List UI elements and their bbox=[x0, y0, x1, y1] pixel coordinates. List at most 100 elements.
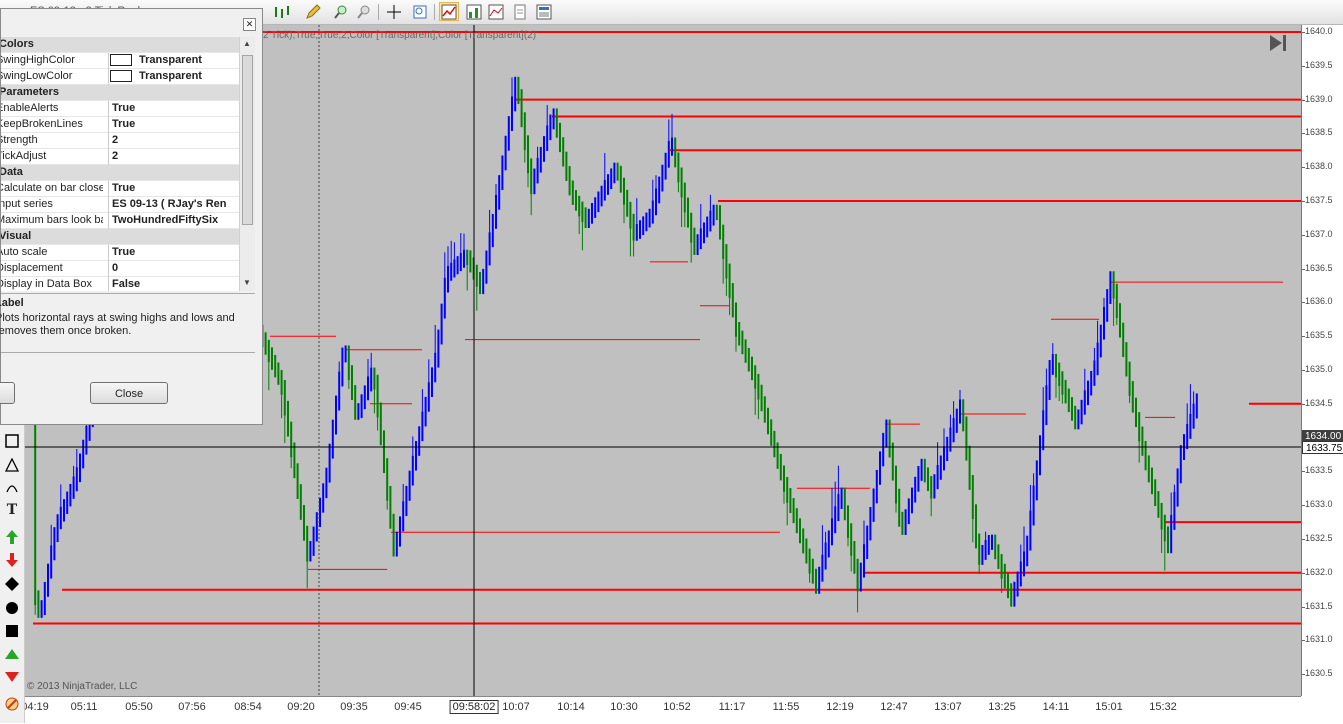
property-description: Label Plots horizontal rays at swing hig… bbox=[0, 293, 255, 353]
renko-bar-up bbox=[594, 197, 597, 218]
renko-bar-down bbox=[754, 365, 757, 389]
text-icon[interactable]: T bbox=[3, 501, 21, 519]
renko-bar-up bbox=[539, 146, 542, 173]
property-value[interactable]: Transparent bbox=[110, 54, 237, 67]
property-row[interactable]: TickAdjust 2 bbox=[1, 149, 239, 165]
delete-icon[interactable] bbox=[3, 695, 21, 713]
renko-bar-down bbox=[680, 167, 683, 198]
close-button[interactable]: Close bbox=[90, 382, 168, 404]
ok-button[interactable] bbox=[0, 382, 15, 404]
pencil-icon[interactable] bbox=[303, 2, 323, 21]
property-category[interactable]: Parameters bbox=[1, 85, 239, 101]
time-label: 10:07 bbox=[502, 701, 530, 713]
property-row[interactable]: KeepBrokenLines True bbox=[1, 117, 239, 133]
property-grid-scrollbar[interactable]: ▲ ▼ bbox=[239, 37, 255, 291]
scroll-to-end-icon[interactable] bbox=[1267, 33, 1289, 53]
property-row[interactable]: EnableAlerts True bbox=[1, 101, 239, 117]
description-text: Plots horizontal rays at swing highs and… bbox=[0, 312, 235, 337]
renko-bar-down bbox=[351, 365, 353, 400]
property-value[interactable]: True bbox=[112, 246, 239, 258]
renko-bar-up bbox=[50, 545, 53, 579]
triangle-up-icon[interactable] bbox=[3, 645, 21, 663]
renko-bar-up bbox=[1173, 491, 1176, 530]
renko-bar-up bbox=[53, 527, 56, 561]
renko-bar-down bbox=[808, 548, 811, 574]
property-value[interactable]: 2 bbox=[112, 150, 239, 162]
renko-bar-up bbox=[984, 539, 987, 560]
column-divider bbox=[108, 261, 109, 277]
price-label: 1637.0 bbox=[1305, 228, 1333, 239]
renko-bar-up bbox=[315, 512, 318, 542]
property-name: KeepBrokenLines bbox=[1, 118, 83, 130]
chart-trader-icon[interactable] bbox=[534, 2, 554, 21]
rectangle-icon[interactable] bbox=[3, 432, 21, 450]
property-row[interactable]: Maximum bars look ba TwoHundredFiftySix bbox=[1, 213, 239, 229]
price-label: 1631.0 bbox=[1305, 634, 1333, 645]
scroll-up-icon[interactable]: ▲ bbox=[243, 39, 251, 48]
renko-bar-down bbox=[853, 541, 856, 574]
triangle-icon[interactable] bbox=[3, 456, 21, 474]
property-grid[interactable]: Colors SwingHighColor Transparent SwingLowC… bbox=[1, 37, 239, 291]
print-icon[interactable] bbox=[510, 2, 530, 21]
renko-bar-down bbox=[293, 442, 296, 479]
price-label: 1639.5 bbox=[1305, 59, 1333, 70]
property-value[interactable]: ES 09-13 ( RJay's Ren bbox=[112, 198, 239, 210]
triangle-down-icon[interactable] bbox=[3, 668, 21, 686]
description-title: Label bbox=[0, 297, 24, 309]
property-row[interactable]: Input series ES 09-13 ( RJay's Ren bbox=[1, 197, 239, 213]
property-row[interactable]: Display in Data Box False bbox=[1, 277, 239, 291]
property-value[interactable]: 2 bbox=[112, 134, 239, 146]
arrow-up-icon[interactable] bbox=[3, 528, 21, 546]
price-axis[interactable]: 1640.0 1639.5 1639.0 1638.5 1638.0 1637.5 1637… bbox=[1301, 25, 1343, 696]
arc-icon[interactable] bbox=[3, 478, 21, 496]
bar-type-icon[interactable] bbox=[272, 2, 292, 21]
property-row[interactable]: Displacement 0 bbox=[1, 261, 239, 277]
renko-bar-down bbox=[795, 508, 798, 534]
renko-bar-up bbox=[1106, 289, 1109, 322]
property-value[interactable]: False bbox=[112, 278, 239, 290]
property-value[interactable]: True bbox=[112, 118, 239, 130]
property-value[interactable]: True bbox=[112, 182, 239, 194]
renko-bar-up bbox=[322, 483, 325, 513]
square-icon[interactable] bbox=[3, 622, 21, 640]
renko-bar-down bbox=[815, 568, 817, 594]
property-value[interactable]: TwoHundredFiftySix bbox=[112, 214, 239, 226]
property-category[interactable]: Visual bbox=[1, 229, 239, 245]
diamond-icon[interactable] bbox=[3, 575, 21, 593]
properties-icon[interactable] bbox=[410, 2, 430, 21]
property-row[interactable]: Auto scale True bbox=[1, 245, 239, 261]
renko-bar-down bbox=[1071, 397, 1073, 421]
renko-bar-up bbox=[69, 483, 72, 507]
column-divider bbox=[108, 117, 109, 133]
property-category[interactable]: Data bbox=[1, 165, 239, 181]
indicators-icon[interactable] bbox=[439, 2, 459, 21]
renko-bar-up bbox=[824, 542, 827, 570]
zoom-out-icon[interactable] bbox=[353, 2, 373, 21]
property-category[interactable]: Colors bbox=[1, 37, 239, 53]
scrollbar-thumb[interactable] bbox=[242, 55, 253, 225]
dot-icon[interactable] bbox=[3, 599, 21, 617]
renko-bar-up bbox=[981, 544, 984, 565]
property-row[interactable]: SwingLowColor Transparent bbox=[1, 69, 239, 85]
property-row[interactable]: SwingHighColor Transparent bbox=[1, 53, 239, 69]
renko-bar-up bbox=[587, 208, 590, 228]
data-box-icon[interactable] bbox=[486, 2, 506, 21]
property-row[interactable]: Calculate on bar close True bbox=[1, 181, 239, 197]
renko-bar-up bbox=[415, 440, 417, 471]
property-value[interactable]: True bbox=[112, 102, 239, 114]
zoom-in-icon[interactable] bbox=[330, 2, 350, 21]
property-row[interactable]: Strength 2 bbox=[1, 133, 239, 149]
property-value[interactable]: Transparent bbox=[110, 70, 237, 83]
time-axis[interactable]: 04:19 05:11 05:50 07:56 08:54 09:20 09:35 09:45… bbox=[21, 696, 1301, 724]
property-name: SwingHighColor bbox=[1, 54, 75, 66]
strategies-icon[interactable] bbox=[464, 2, 484, 21]
dialog-close-icon[interactable]: ✕ bbox=[243, 18, 256, 31]
renko-bar-down bbox=[1010, 583, 1013, 607]
category-label: Data bbox=[1, 166, 23, 178]
renko-bar-up bbox=[1186, 423, 1189, 450]
crosshair-icon[interactable] bbox=[384, 2, 404, 21]
arrow-down-icon[interactable] bbox=[3, 551, 21, 569]
property-value[interactable]: 0 bbox=[112, 262, 239, 274]
renko-bar-down bbox=[565, 151, 568, 181]
scroll-down-icon[interactable]: ▼ bbox=[243, 278, 251, 287]
